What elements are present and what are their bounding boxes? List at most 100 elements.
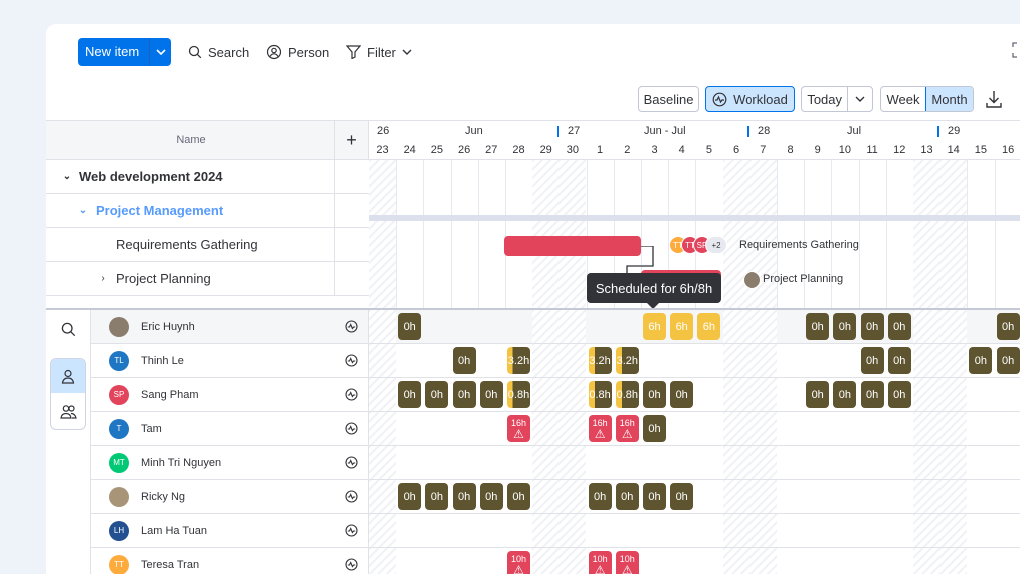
person-button[interactable]: Person bbox=[266, 38, 329, 66]
workload-chip[interactable]: 0h bbox=[643, 415, 666, 442]
workload-chip[interactable]: 10h ⚠ bbox=[615, 551, 639, 574]
search-icon[interactable] bbox=[57, 318, 79, 340]
search-label: Search bbox=[208, 44, 250, 60]
chevron-down-icon[interactable] bbox=[848, 87, 872, 111]
chevron-down-icon[interactable]: ⌄ bbox=[76, 205, 90, 216]
subgroup-row[interactable]: ⌄ Project Management bbox=[46, 194, 369, 228]
person-cell: SP Sang Pham bbox=[91, 378, 369, 411]
chevron-down-icon[interactable] bbox=[149, 38, 171, 66]
day-label: 23 bbox=[376, 144, 389, 156]
weekend-shade bbox=[722, 446, 750, 479]
person-row[interactable]: LH Lam Ha Tuan bbox=[91, 514, 1020, 548]
more-assignees[interactable]: +2 bbox=[705, 236, 727, 254]
workload-chip[interactable]: 0h bbox=[833, 313, 857, 340]
workload-icon[interactable] bbox=[345, 490, 358, 503]
workload-chip[interactable]: 0h bbox=[969, 347, 993, 374]
workload-chip[interactable]: 0h bbox=[615, 483, 639, 510]
workload-chip[interactable]: 0h bbox=[398, 381, 422, 408]
workload-chip[interactable]: 10h ⚠ bbox=[588, 551, 612, 574]
requirements-gathering-bar[interactable] bbox=[504, 236, 641, 256]
add-column-button[interactable]: + bbox=[334, 120, 369, 160]
workload-button[interactable]: Workload bbox=[705, 86, 795, 112]
workload-chip[interactable]: 0h bbox=[860, 381, 884, 408]
person-row[interactable]: TL Thinh Le 0h 3.2h 3.2h 3.2h 0h 0h 0h 0h bbox=[91, 344, 1020, 378]
workload-icon[interactable] bbox=[345, 354, 358, 367]
workload-chip[interactable]: 0h bbox=[887, 381, 911, 408]
workload-chip[interactable]: 0.8h bbox=[507, 381, 530, 408]
person-icon[interactable] bbox=[57, 365, 79, 387]
workload-chip[interactable]: 0h bbox=[860, 347, 884, 374]
workload-chip[interactable]: 0h bbox=[507, 483, 530, 510]
workload-chip[interactable]: 0h bbox=[452, 381, 476, 408]
workload-chip[interactable]: 0h bbox=[806, 313, 830, 340]
workload-chip[interactable]: 0.8h bbox=[615, 381, 639, 408]
weekend-shade bbox=[559, 480, 587, 513]
name-column-header[interactable]: Name bbox=[46, 120, 336, 160]
workload-chip[interactable]: 0h bbox=[670, 483, 694, 510]
workload-chip[interactable]: 16h ⚠ bbox=[507, 415, 530, 442]
workload-chip[interactable]: 0h bbox=[452, 483, 476, 510]
search-button[interactable]: Search bbox=[188, 38, 249, 66]
workload-chip[interactable]: 0h bbox=[398, 483, 422, 510]
today-control[interactable]: Today bbox=[801, 86, 873, 112]
workload-chip[interactable]: 0h bbox=[860, 313, 884, 340]
week-button[interactable]: Week bbox=[881, 87, 926, 111]
workload-chip[interactable]: 6h bbox=[697, 313, 721, 340]
group-row[interactable]: ⌄ Web development 2024 bbox=[46, 160, 369, 194]
month-button[interactable]: Month bbox=[926, 87, 973, 111]
view-toggle[interactable]: Week Month bbox=[880, 86, 974, 112]
workload-chip[interactable]: 0h bbox=[398, 313, 422, 340]
workload-chip[interactable]: 16h ⚠ bbox=[615, 415, 639, 442]
person-row[interactable]: T Tam 16h ⚠ 16h ⚠ 16h ⚠ 0h bbox=[91, 412, 1020, 446]
weekend-shade bbox=[749, 412, 777, 445]
workload-chip[interactable]: 0h bbox=[887, 313, 911, 340]
workload-chip[interactable]: 3.2h bbox=[588, 347, 612, 374]
weekend-shade bbox=[559, 548, 587, 574]
workload-chip[interactable]: 0h bbox=[643, 483, 666, 510]
workload-chip[interactable]: 10h ⚠ bbox=[507, 551, 530, 574]
person-row[interactable]: SP Sang Pham 0h 0h 0h 0h 0.8h 0.8h 0.8h 0h 0h 0h 0h 0… bbox=[91, 378, 1020, 412]
workload-chip[interactable]: 3.2h bbox=[615, 347, 639, 374]
workload-chip[interactable]: 0h bbox=[887, 347, 911, 374]
filter-button[interactable]: Filter bbox=[346, 38, 412, 66]
today-button[interactable]: Today bbox=[802, 87, 849, 111]
workload-chip[interactable]: 0h bbox=[425, 483, 449, 510]
workload-icon[interactable] bbox=[345, 388, 358, 401]
day-label: 1 bbox=[597, 144, 604, 156]
baseline-button[interactable]: Baseline bbox=[638, 86, 699, 112]
download-icon[interactable] bbox=[986, 90, 1002, 108]
workload-icon[interactable] bbox=[345, 422, 358, 435]
chevron-down-icon[interactable]: ⌄ bbox=[60, 171, 74, 182]
chevron-right-icon[interactable]: › bbox=[96, 273, 110, 284]
workload-icon[interactable] bbox=[345, 456, 358, 469]
workload-chip[interactable]: 0h bbox=[479, 381, 503, 408]
item-row[interactable]: Requirements Gathering bbox=[46, 228, 369, 262]
workload-icon[interactable] bbox=[345, 524, 358, 537]
workload-chip[interactable]: 0h bbox=[479, 483, 503, 510]
workload-chip[interactable]: 6h bbox=[643, 313, 666, 340]
workload-chip[interactable]: 0h bbox=[996, 347, 1020, 374]
person-row[interactable]: Ricky Ng 0h 0h 0h 0h 0h 0h 0h 0h 0h bbox=[91, 480, 1020, 514]
workload-chip[interactable]: 3.2h bbox=[507, 347, 530, 374]
workload-chip[interactable]: 6h bbox=[670, 313, 694, 340]
person-row[interactable]: TT Teresa Tran 10h ⚠ 10h ⚠ 10h ⚠ bbox=[91, 548, 1020, 574]
new-item-button[interactable]: New item bbox=[78, 38, 172, 66]
team-icon[interactable] bbox=[57, 400, 79, 422]
workload-chip[interactable]: 16h ⚠ bbox=[588, 415, 612, 442]
workload-chip[interactable]: 0.8h bbox=[588, 381, 612, 408]
workload-chip[interactable]: 0h bbox=[806, 381, 830, 408]
workload-chip[interactable]: 0h bbox=[996, 313, 1020, 340]
workload-icon[interactable] bbox=[345, 558, 358, 571]
workload-chip[interactable]: 0h bbox=[833, 381, 857, 408]
workload-icon[interactable] bbox=[345, 320, 358, 333]
workload-chip[interactable]: 0h bbox=[670, 381, 694, 408]
fullscreen-icon[interactable] bbox=[1012, 42, 1020, 58]
workload-chip[interactable]: 0h bbox=[452, 347, 476, 374]
item-row[interactable]: › Project Planning bbox=[46, 262, 369, 296]
workload-chip[interactable]: 0h bbox=[588, 483, 612, 510]
workload-chip[interactable]: 0h bbox=[643, 381, 666, 408]
month-label: Jun bbox=[465, 125, 483, 137]
workload-chip[interactable]: 0h bbox=[425, 381, 449, 408]
person-row[interactable]: Eric Huynh 0h 6h 6h 6h 0h 0h 0h 0h 0h bbox=[91, 310, 1020, 344]
person-row[interactable]: MT Minh Tri Nguyen bbox=[91, 446, 1020, 480]
